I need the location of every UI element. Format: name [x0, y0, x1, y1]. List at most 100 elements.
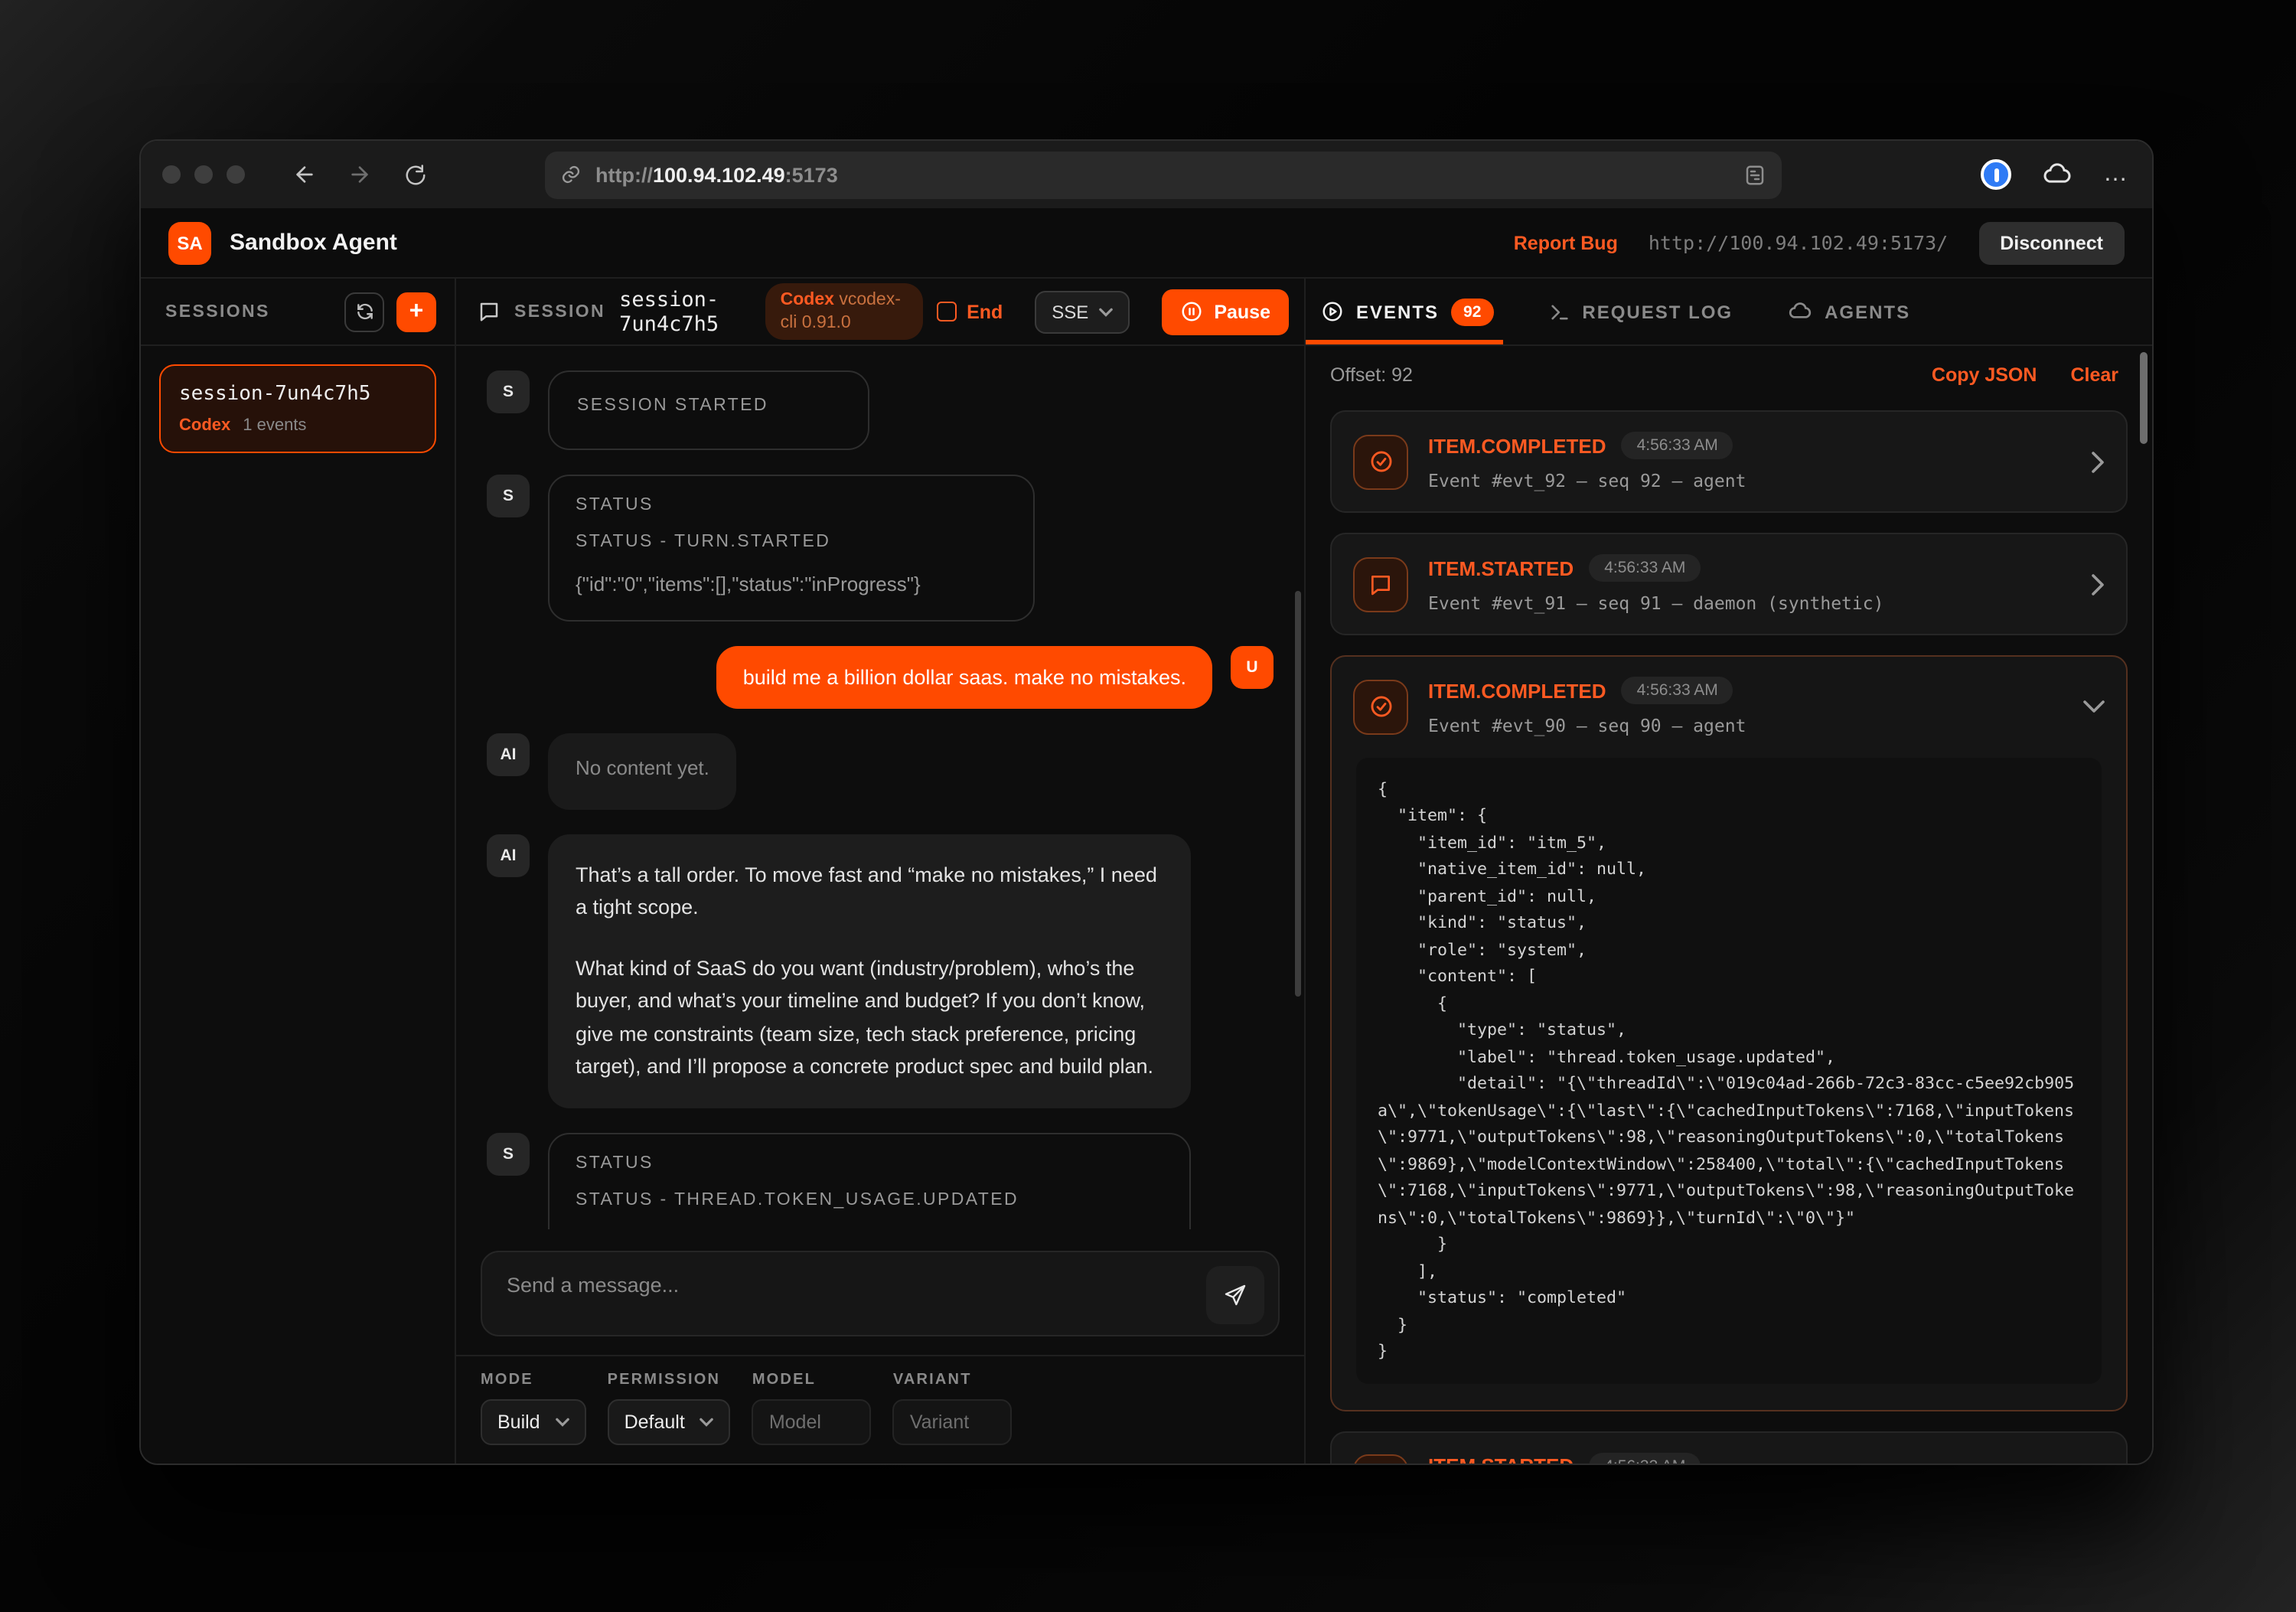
end-label: End — [967, 301, 1003, 322]
ai-paragraph: That’s a tall order. To move fast and “m… — [576, 858, 1163, 924]
check-circle-icon — [1353, 434, 1408, 489]
event-time: 4:56:33 AM — [1589, 554, 1701, 582]
reload-icon[interactable] — [395, 155, 435, 194]
event-card-expanded[interactable]: ITEM.COMPLETED 4:56:33 AM Event #evt_90 … — [1330, 655, 2128, 1411]
agent-version-badge: Codex vcodex-cli 0.91.0 — [765, 282, 922, 341]
ai-message-text: No content yet. — [548, 733, 737, 809]
event-payload-block: { "item": { "item_id": "itm_5", "native_… — [1356, 758, 2102, 1383]
model-label: MODEL — [752, 1372, 872, 1388]
event-card[interactable]: ITEM.STARTED 4:56:33 AM Event #evt_91 – … — [1330, 533, 2128, 635]
user-message-text: build me a billion dollar saas. make no … — [717, 645, 1212, 708]
desktop-background: http://100.94.102.49:5173 … SA Sandbox A… — [0, 0, 2296, 1612]
system-message: S SESSION STARTED — [487, 370, 1274, 450]
check-circle-icon — [1353, 679, 1408, 734]
system-avatar: S — [487, 1133, 530, 1176]
user-avatar: U — [1231, 645, 1274, 688]
close-window-icon[interactable] — [162, 165, 181, 184]
events-scrollbar[interactable] — [2140, 352, 2148, 444]
url-port: :5173 — [785, 163, 838, 186]
app-logo: SA — [168, 221, 211, 264]
chevron-down-icon — [2083, 700, 2105, 713]
session-panel: SESSION session-7un4c7h5 Codex vcodex-cl… — [456, 279, 1306, 1464]
pause-label: Pause — [1214, 301, 1270, 322]
zoom-window-icon[interactable] — [227, 165, 245, 184]
address-bar[interactable]: http://100.94.102.49:5173 — [545, 151, 1782, 198]
session-label: SESSION — [514, 302, 605, 321]
mode-value: Build — [497, 1411, 540, 1433]
browser-window: http://100.94.102.49:5173 … SA Sandbox A… — [139, 139, 2154, 1465]
more-menu-icon[interactable]: … — [2103, 161, 2131, 188]
refresh-sessions-button[interactable] — [344, 292, 384, 331]
tab-events[interactable]: EVENTS 92 — [1321, 279, 1493, 344]
permission-select[interactable]: Default — [608, 1399, 731, 1445]
message-list[interactable]: S SESSION STARTED S STATUS STATUS - TURN… — [456, 346, 1304, 1229]
status-json: {"id":"0","items":[],"status":"inProgres… — [576, 569, 1007, 599]
event-time: 4:56:33 AM — [1622, 432, 1733, 459]
chat-bubble-icon — [478, 300, 501, 323]
event-card[interactable]: ITEM.COMPLETED 4:56:33 AM Event #evt_92 … — [1330, 410, 2128, 513]
badge-version: 0.91.0 — [802, 313, 851, 331]
forward-icon[interactable] — [340, 155, 380, 194]
message-subcaption: STATUS - TURN.STARTED — [576, 533, 1007, 551]
sessions-title: SESSIONS — [165, 302, 270, 321]
event-type: ITEM.STARTED — [1428, 556, 1574, 579]
end-checkbox[interactable] — [936, 302, 956, 321]
session-header: SESSION session-7un4c7h5 Codex vcodex-cl… — [456, 279, 1304, 346]
clear-button[interactable]: Clear — [2070, 364, 2118, 386]
event-type: ITEM.STARTED — [1428, 1454, 1574, 1464]
new-session-button[interactable]: + — [396, 292, 436, 331]
report-bug-link[interactable]: Report Bug — [1514, 232, 1618, 253]
session-list-item[interactable]: session-7un4c7h5 Codex1 events — [159, 364, 436, 453]
mode-label: MODE — [481, 1372, 586, 1388]
pause-button[interactable]: Pause — [1162, 289, 1289, 334]
session-events-count: 1 events — [243, 416, 306, 435]
url-host: 100.94.102.49 — [653, 163, 785, 186]
composer-controls: MODE Build PERMISSION Default — [456, 1355, 1304, 1448]
ai-message: AI No content yet. — [487, 733, 1274, 809]
ai-message: AI That’s a tall order. To move fast and… — [487, 834, 1274, 1108]
model-input[interactable] — [752, 1399, 872, 1445]
message-subcaption: STATUS - THREAD.TOKEN_USAGE.UPDATED — [576, 1191, 1163, 1209]
permission-value: Default — [625, 1411, 685, 1433]
tab-agents[interactable]: AGENTS — [1788, 279, 1910, 344]
onepassword-icon[interactable] — [1981, 159, 2011, 190]
transport-value: SSE — [1052, 301, 1088, 322]
chat-scrollbar[interactable] — [1295, 591, 1301, 997]
terminal-icon — [1548, 301, 1570, 322]
chat-bubble-icon — [1353, 1454, 1408, 1464]
server-url: http://100.94.102.49:5173/ — [1649, 231, 1948, 254]
event-card[interactable]: ITEM.STARTED 4:56:33 AM Event #evt_89 – … — [1330, 1431, 2128, 1464]
play-circle-icon — [1321, 300, 1344, 323]
tab-request-log[interactable]: REQUEST LOG — [1548, 279, 1733, 344]
message-caption: STATUS — [576, 1154, 1163, 1173]
chevron-down-icon — [1099, 307, 1113, 316]
events-toolbar: Offset: 92 Copy JSON Clear — [1306, 346, 2152, 404]
system-avatar: S — [487, 475, 530, 517]
message-caption: STATUS — [576, 496, 1007, 514]
event-type: ITEM.COMPLETED — [1428, 679, 1606, 702]
chevron-right-icon — [2091, 573, 2105, 595]
system-avatar: S — [487, 370, 530, 413]
pause-circle-icon — [1180, 300, 1203, 323]
cloud-download-icon[interactable] — [2042, 162, 2073, 187]
ai-paragraph: What kind of SaaS do you want (industry/… — [576, 951, 1163, 1084]
copy-json-button[interactable]: Copy JSON — [1932, 364, 2037, 386]
event-payload-json: { "item": { "item_id": "itm_5", "native_… — [1378, 776, 2080, 1365]
disconnect-button[interactable]: Disconnect — [1978, 221, 2125, 264]
link-icon — [560, 164, 582, 185]
transport-select[interactable]: SSE — [1035, 290, 1130, 333]
system-message: S STATUS STATUS - TURN.STARTED {"id":"0"… — [487, 475, 1274, 621]
mode-select[interactable]: Build — [481, 1399, 586, 1445]
sessions-sidebar: SESSIONS + session-7un4c7h5 Codex1 event… — [141, 279, 456, 1464]
event-meta: Event #evt_91 – seq 91 – daemon (synthet… — [1428, 592, 2071, 614]
variant-input[interactable] — [893, 1399, 1013, 1445]
reader-panel-icon[interactable] — [1743, 163, 1766, 186]
minimize-window-icon[interactable] — [194, 165, 213, 184]
send-button[interactable] — [1206, 1266, 1264, 1324]
url-scheme: http:// — [595, 163, 653, 186]
back-icon[interactable] — [285, 155, 325, 194]
ai-avatar: AI — [487, 834, 530, 876]
end-session-toggle[interactable]: End — [936, 301, 1003, 322]
event-list[interactable]: ITEM.COMPLETED 4:56:33 AM Event #evt_92 … — [1306, 404, 2152, 1464]
message-input[interactable] — [482, 1252, 1278, 1335]
